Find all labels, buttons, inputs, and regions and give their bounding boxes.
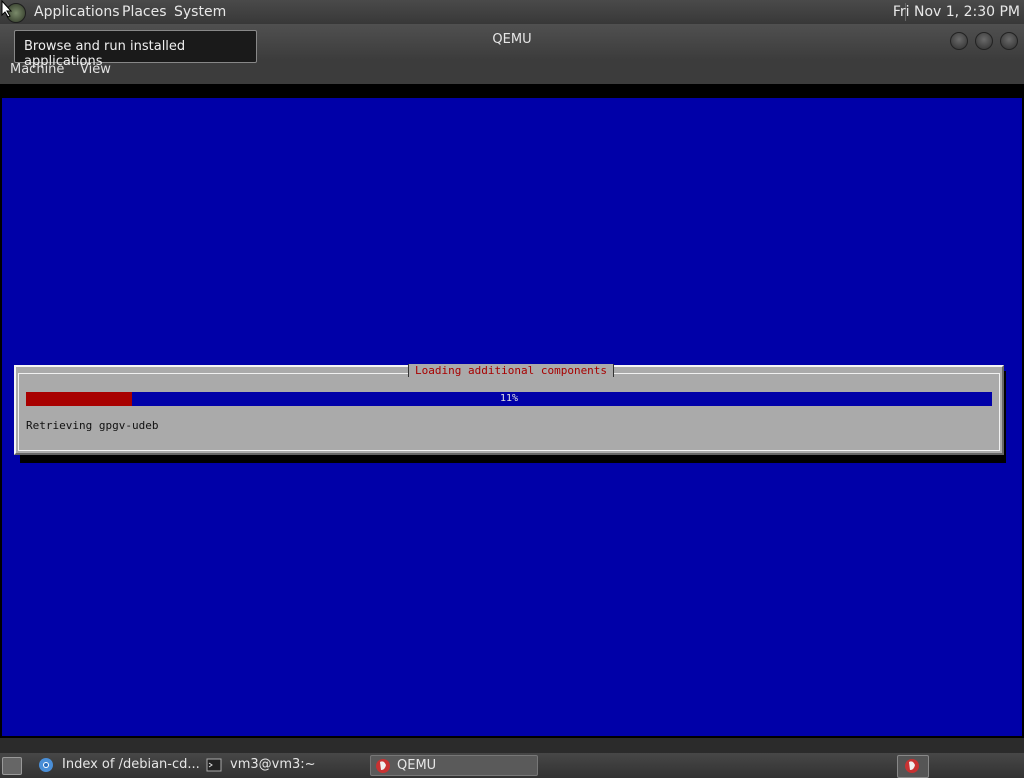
task-qemu[interactable]: QEMU: [370, 755, 538, 776]
terminal-icon: [206, 758, 222, 772]
task-label: QEMU: [397, 758, 437, 773]
tooltip: Browse and run installed applications: [14, 30, 257, 69]
status-text: Retrieving gpgv-udeb: [26, 419, 159, 432]
dialog-border: [18, 373, 1000, 451]
chromium-icon: [39, 758, 53, 772]
close-button[interactable]: [1000, 32, 1018, 50]
bottom-panel: Index of /debian-cd... vm3@vm3:~ QEMU: [0, 753, 1024, 778]
qemu-icon: [905, 759, 919, 773]
dialog-title: Loading additional components: [408, 364, 615, 377]
progress-bar: 11%: [26, 392, 992, 406]
maximize-button[interactable]: [975, 32, 993, 50]
minimize-button[interactable]: [950, 32, 968, 50]
clock[interactable]: Fri Nov 1, 2:30 PM: [893, 4, 1020, 20]
progress-label: 11%: [499, 393, 519, 404]
menu-places[interactable]: Places: [122, 4, 167, 20]
top-panel: Applications Places System Fri Nov 1, 2:…: [0, 0, 1024, 24]
installer-dialog: Loading additional components 11% Retrie…: [14, 364, 1004, 455]
tray-qemu[interactable]: [897, 755, 929, 778]
mouse-cursor-icon: [1, 0, 13, 18]
qemu-icon: [376, 759, 390, 773]
show-desktop-icon[interactable]: [2, 757, 22, 775]
task-browser[interactable]: Index of /debian-cd...: [34, 755, 200, 776]
task-label: vm3@vm3:~: [230, 757, 316, 772]
menu-system[interactable]: System: [174, 4, 226, 20]
qemu-menubar: Machine View: [0, 60, 1024, 84]
task-label: Index of /debian-cd...: [62, 757, 200, 772]
task-terminal[interactable]: vm3@vm3:~: [202, 755, 368, 776]
menu-applications[interactable]: Applications: [34, 4, 120, 20]
